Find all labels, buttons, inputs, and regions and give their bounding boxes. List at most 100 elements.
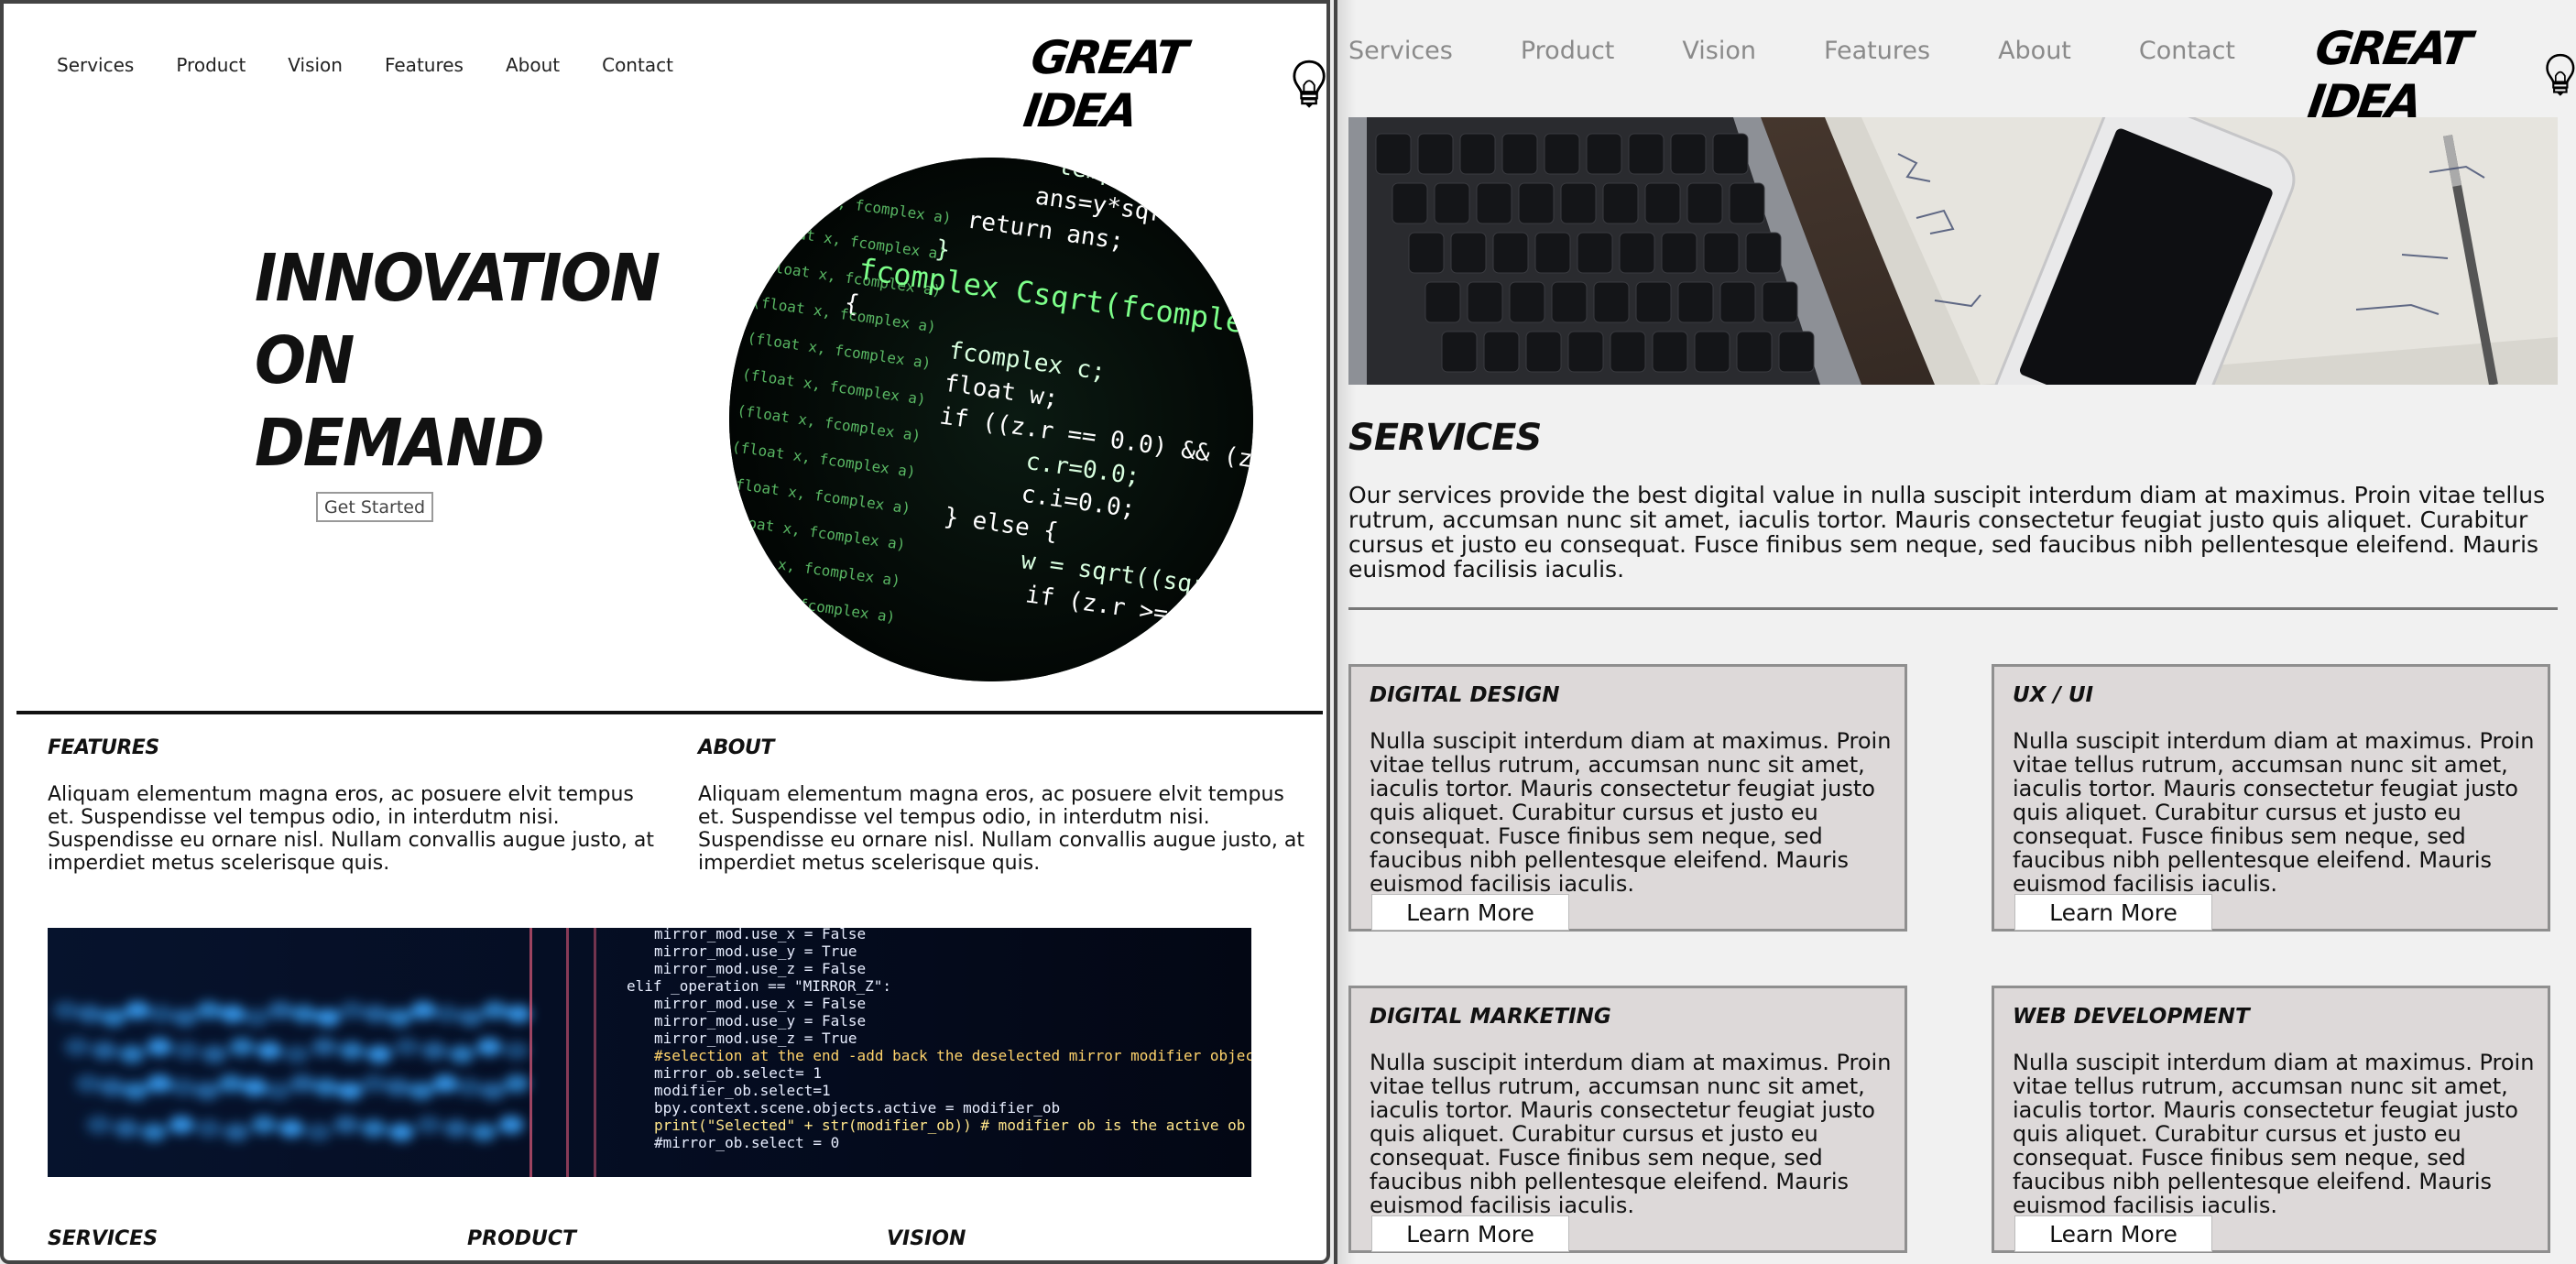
bokeh-light (480, 1082, 506, 1100)
service-card-ux-ui: UX / UI Nulla suscipit interdum diam at … (1992, 664, 2550, 932)
bokeh-light (141, 1123, 167, 1141)
bokeh-light (443, 1119, 469, 1138)
card-text: Nulla suscipit interdum diam at maximus.… (2013, 1050, 2535, 1218)
bokeh-light (119, 1045, 145, 1063)
laptop-key (1509, 281, 1545, 323)
bokeh-light (202, 1045, 227, 1063)
nav-link-features[interactable]: Features (385, 54, 464, 76)
nav-link-vision[interactable]: Vision (1682, 37, 1756, 65)
bokeh-light (75, 1074, 101, 1093)
bokeh-light (196, 1119, 222, 1138)
laptop-key (1703, 232, 1740, 274)
bokeh-light (220, 1005, 246, 1023)
bokeh-light (313, 1078, 339, 1096)
get-started-button[interactable]: Get Started (316, 492, 433, 522)
bokeh-light (409, 1082, 434, 1100)
service-card-digital-marketing: DIGITAL MARKETING Nulla suscipit interdu… (1348, 986, 1907, 1253)
nav-link-vision[interactable]: Vision (288, 54, 343, 76)
hero-heading: INNOVATION ON DEMAND (255, 237, 660, 485)
bokeh-light (169, 1116, 194, 1134)
bokeh-light (504, 1041, 529, 1060)
bokeh-light (482, 1001, 508, 1019)
laptop-key (1602, 182, 1639, 224)
laptop-key (1652, 331, 1688, 373)
learn-more-button[interactable]: Learn More (1371, 1215, 1569, 1252)
learn-more-button[interactable]: Learn More (2014, 1215, 2212, 1252)
laptop-key (1619, 232, 1655, 274)
brand-name: GREAT IDEA (1020, 31, 1188, 137)
laptop-key (1778, 331, 1815, 373)
about-text: Aliquam elementum magna eros, ac posuere… (698, 783, 1304, 875)
card-title: WEB DEVELOPMENT (2013, 1005, 2250, 1029)
bokeh-light (361, 1119, 387, 1138)
bokeh-light (257, 1041, 282, 1060)
laptop-key (1644, 182, 1681, 224)
bokeh-light (251, 1116, 277, 1134)
bokeh-light (387, 1008, 412, 1027)
banner-code-line: modifier_ob.select=1 (654, 1082, 831, 1099)
code-screen-graphic: temp=x/y;ans=y*sqrt(1.0+tempreturn ans;}… (729, 158, 1253, 681)
nav-link-features[interactable]: Features (1824, 37, 1930, 65)
nav-link-services[interactable]: Services (57, 54, 134, 76)
laptop-key (1467, 281, 1503, 323)
learn-more-button[interactable]: Learn More (2014, 894, 2212, 931)
laptop-key (1525, 331, 1562, 373)
nav-link-product[interactable]: Product (1521, 37, 1615, 65)
bokeh-light (337, 1082, 363, 1100)
bokeh-light (410, 1001, 436, 1019)
bokeh-light (92, 1041, 117, 1060)
learn-more-button[interactable]: Learn More (1371, 894, 1569, 931)
bokeh-light (388, 1123, 414, 1141)
bokeh-light (416, 1116, 442, 1134)
desk-photo-graphic (1348, 117, 2558, 385)
laptop-key (1476, 182, 1512, 224)
nav-link-contact[interactable]: Contact (2139, 37, 2235, 65)
banner-code-line: mirror_mod.use_x = False (654, 928, 866, 943)
brand-logo[interactable]: GREAT IDEA (2305, 22, 2576, 128)
card-text: Nulla suscipit interdum diam at maximus.… (2013, 728, 2535, 897)
right-page-window: Services Product Vision Features About C… (1334, 0, 2576, 1264)
bokeh-light (498, 1116, 524, 1134)
banner-code-line: mirror_mod.use_z = False (654, 960, 866, 977)
nav-link-services[interactable]: Services (1348, 37, 1453, 65)
left-top-nav: Services Product Vision Features About C… (57, 54, 715, 76)
nav-link-about[interactable]: About (506, 54, 560, 76)
bokeh-light (456, 1078, 482, 1096)
bokeh-light (504, 1074, 529, 1093)
laptop-key (1408, 232, 1445, 274)
laptop-key (1628, 133, 1665, 175)
bokeh-light (306, 1123, 332, 1141)
nav-link-product[interactable]: Product (176, 54, 246, 76)
brand-logo[interactable]: GREAT IDEA (1021, 31, 1326, 137)
bokeh-light (476, 1038, 502, 1056)
laptop-key (1729, 182, 1765, 224)
about-heading: ABOUT (698, 736, 774, 759)
bokeh-light (229, 1038, 255, 1056)
nav-link-contact[interactable]: Contact (602, 54, 673, 76)
nav-link-about[interactable]: About (1998, 37, 2071, 65)
hero-line-1: INNOVATION (255, 239, 660, 317)
bokeh-light (471, 1123, 497, 1141)
banner-code-line: mirror_mod.use_z = True (654, 1030, 857, 1047)
bokeh-light (172, 1008, 198, 1027)
features-heading: FEATURES (48, 736, 159, 759)
laptop-key (1577, 232, 1613, 274)
bokeh-light (114, 1119, 139, 1138)
banner-code-line: elif _operation == "MIRROR_Z": (627, 977, 891, 995)
hero-line-3: DEMAND (255, 404, 545, 482)
bokeh-light (125, 1001, 150, 1019)
services-heading: SERVICES (1348, 417, 1542, 459)
laptop-key (1544, 133, 1580, 175)
laptop-key (1745, 232, 1782, 274)
lightbulb-icon (2546, 53, 2575, 96)
services-description: Our services provide the best digital va… (1348, 482, 2546, 583)
bokeh-light (267, 1001, 293, 1019)
bokeh-light (99, 1078, 125, 1096)
banner-code-line: mirror_mod.use_y = True (654, 943, 857, 960)
card-title: UX / UI (2013, 683, 2094, 707)
bokeh-light (196, 1001, 222, 1019)
banner-code-line: bpy.context.scene.objects.active = modif… (654, 1099, 1060, 1117)
card-text: Nulla suscipit interdum diam at maximus.… (1370, 1050, 1892, 1218)
laptop-key (1492, 232, 1529, 274)
laptop-key (1450, 232, 1487, 274)
